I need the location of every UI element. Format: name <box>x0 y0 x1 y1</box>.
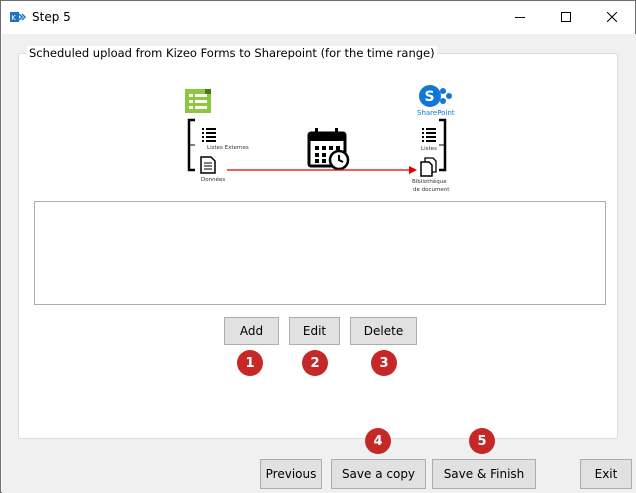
app-window: K Step 5 Scheduled upload from Kizeo For… <box>0 0 636 493</box>
step-badge-2: 2 <box>302 350 328 376</box>
right-item-label-0: Listes <box>421 146 437 152</box>
save-copy-button[interactable]: Save a copy <box>331 459 426 489</box>
schedule-listbox[interactable] <box>34 201 606 305</box>
title-bar: K Step 5 <box>1 1 635 33</box>
list-icon <box>422 128 436 142</box>
calendar-icon <box>307 128 350 171</box>
right-item-label-1a: Bibliothèque <box>412 178 447 185</box>
app-icon: K <box>10 12 26 22</box>
left-item-label-1: Données <box>201 176 225 183</box>
step-badge-1: 1 <box>237 350 263 376</box>
schedule-groupbox: Scheduled upload from Kizeo Forms to Sha… <box>18 46 618 439</box>
sharepoint-logo-icon: S <box>419 85 452 107</box>
close-icon <box>607 12 617 22</box>
maximize-icon <box>561 12 571 22</box>
minimize-icon <box>515 17 525 18</box>
document-icon <box>200 156 216 174</box>
kizeo-logo-icon <box>185 89 211 113</box>
svg-text:S: S <box>425 89 435 105</box>
delete-button[interactable]: Delete <box>350 317 417 345</box>
documents-icon <box>420 157 437 177</box>
save-finish-button[interactable]: Save & Finish <box>432 459 536 489</box>
minimize-button[interactable] <box>497 1 543 33</box>
edit-button[interactable]: Edit <box>289 317 340 345</box>
flow-diagram: Listes Externes Données S SharePoint Lis… <box>185 85 455 193</box>
sharepoint-label: SharePoint <box>417 109 455 117</box>
step-badge-3: 3 <box>371 350 397 376</box>
list-icon <box>202 128 216 142</box>
add-button[interactable]: Add <box>224 317 279 345</box>
right-item-label-1b: de document <box>413 187 450 193</box>
left-item-label-0: Listes Externes <box>207 145 249 151</box>
window-title: Step 5 <box>32 10 71 24</box>
svg-text:K: K <box>11 14 16 22</box>
exit-button[interactable]: Exit <box>580 459 632 489</box>
step-badge-4: 4 <box>365 428 391 454</box>
previous-button[interactable]: Previous <box>260 459 322 489</box>
close-button[interactable] <box>589 1 635 33</box>
dialog-content: Scheduled upload from Kizeo Forms to Sha… <box>2 34 636 493</box>
maximize-button[interactable] <box>543 1 589 33</box>
step-badge-5: 5 <box>469 428 495 454</box>
